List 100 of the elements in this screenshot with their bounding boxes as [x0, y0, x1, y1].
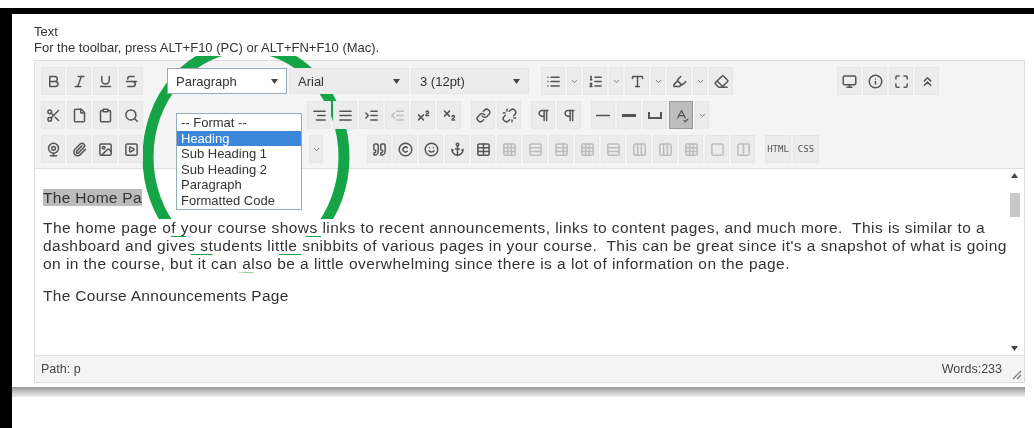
blockquote-button[interactable] [367, 135, 391, 163]
insert-column-icon [631, 141, 647, 157]
fullscreen-icon [893, 73, 909, 89]
highlighter-icon [671, 73, 687, 89]
copy-button[interactable] [67, 101, 91, 129]
text-color-button[interactable] [625, 67, 649, 95]
insert-row-icon [579, 141, 595, 157]
anchor-icon [449, 141, 465, 157]
table-icon [475, 141, 491, 157]
video-button[interactable] [119, 135, 143, 163]
cell-properties-button[interactable] [549, 135, 573, 163]
font-select[interactable]: Arial [289, 68, 409, 94]
caret-icon [393, 78, 400, 84]
table-button[interactable] [471, 135, 495, 163]
right-to-left-icon [561, 107, 577, 123]
link-icon [475, 107, 491, 123]
bold-button[interactable] [41, 67, 65, 95]
instruction-text: For the toolbar, press ALT+F10 (PC) or ALT+FN+F10 (Mac). [34, 40, 380, 56]
caret-icon [271, 78, 278, 84]
nonbreaking-space-button[interactable] [643, 101, 667, 129]
anchor-button[interactable] [445, 135, 469, 163]
left-to-right-button[interactable] [531, 101, 555, 129]
merge-cells-icon [683, 141, 699, 157]
superscript-button[interactable] [411, 101, 435, 129]
strikethrough-icon [123, 73, 139, 89]
nonbreaking-space-icon [648, 111, 662, 119]
scroll-down-icon[interactable] [1011, 346, 1018, 351]
preview-button[interactable] [837, 67, 861, 95]
horizontal-line-icon [596, 113, 610, 117]
scrollbar[interactable] [1008, 171, 1022, 353]
image-icon [97, 141, 113, 157]
subscript-icon [441, 107, 457, 123]
scroll-up-icon[interactable] [1011, 173, 1018, 178]
info-icon [867, 73, 883, 89]
search-button[interactable] [119, 101, 143, 129]
video-icon [123, 141, 139, 157]
justify-icon [337, 107, 353, 123]
eraser-icon [713, 73, 729, 89]
split-cells-icon [735, 141, 751, 157]
paste-icon [97, 107, 113, 123]
unlink-icon [501, 107, 517, 123]
blockquote-icon [371, 141, 387, 157]
heading-text: The Home Pa [43, 189, 142, 206]
code-view-button[interactable]: CSS [793, 135, 819, 163]
align-right-button[interactable] [307, 101, 331, 129]
heading-text: The Course Announcements Page [43, 287, 289, 304]
spellcheck-button[interactable] [669, 101, 693, 129]
superscript-icon [415, 107, 431, 123]
delete-row-icon [605, 141, 621, 157]
eraser-button[interactable] [709, 67, 733, 95]
webcam-button[interactable] [41, 135, 65, 163]
copyright-button[interactable] [393, 135, 417, 163]
cell-button[interactable] [705, 135, 729, 163]
code-view-button[interactable]: HTML [765, 135, 791, 163]
table-properties-icon [501, 141, 517, 157]
emoticon-icon [423, 141, 439, 157]
numbered-list-button[interactable] [583, 67, 607, 95]
word-count: Words:233 [941, 362, 1002, 376]
path-text: Path: p [41, 362, 81, 376]
fullscreen-button[interactable] [889, 67, 913, 95]
webcam-icon [45, 141, 61, 157]
italic-icon [71, 73, 87, 89]
copyright-icon [397, 141, 413, 157]
cell-icon [709, 141, 725, 157]
justify-button[interactable] [333, 101, 357, 129]
thick-line-button[interactable] [617, 101, 641, 129]
indent-icon [363, 107, 379, 123]
size-select[interactable]: 3 (12pt) [411, 68, 529, 94]
caret-icon [513, 78, 520, 84]
bullet-list-button[interactable] [541, 67, 565, 95]
unlink-button[interactable] [497, 101, 521, 129]
underline-icon [97, 73, 113, 89]
collapse-button[interactable] [915, 67, 939, 95]
scroll-thumb[interactable] [1010, 193, 1020, 217]
link-button[interactable] [471, 101, 495, 129]
search-icon [123, 107, 139, 123]
paste-button[interactable] [93, 101, 117, 129]
resize-grip-icon[interactable] [1010, 368, 1022, 380]
underline-button[interactable] [93, 67, 117, 95]
cut-button[interactable] [41, 101, 65, 129]
attachment-button[interactable] [67, 135, 91, 163]
bullet-list-icon [545, 73, 561, 89]
strikethrough-button[interactable] [119, 67, 143, 95]
format-select[interactable]: Paragraph [167, 68, 287, 94]
highlighter-button[interactable] [667, 67, 691, 95]
left-to-right-icon [535, 107, 551, 123]
indent-button[interactable] [359, 101, 383, 129]
delete-column-icon [657, 141, 673, 157]
subscript-button[interactable] [437, 101, 461, 129]
copy-icon [71, 107, 87, 123]
outdent-icon [389, 107, 405, 123]
italic-button[interactable] [67, 67, 91, 95]
horizontal-line-button[interactable] [591, 101, 615, 129]
merge-cells-button[interactable] [679, 135, 703, 163]
split-cells-button[interactable] [731, 135, 755, 163]
emoticon-button[interactable] [419, 135, 443, 163]
right-to-left-button[interactable] [557, 101, 581, 129]
info-button[interactable] [863, 67, 887, 95]
text-color-icon [629, 73, 645, 89]
image-button[interactable] [93, 135, 117, 163]
